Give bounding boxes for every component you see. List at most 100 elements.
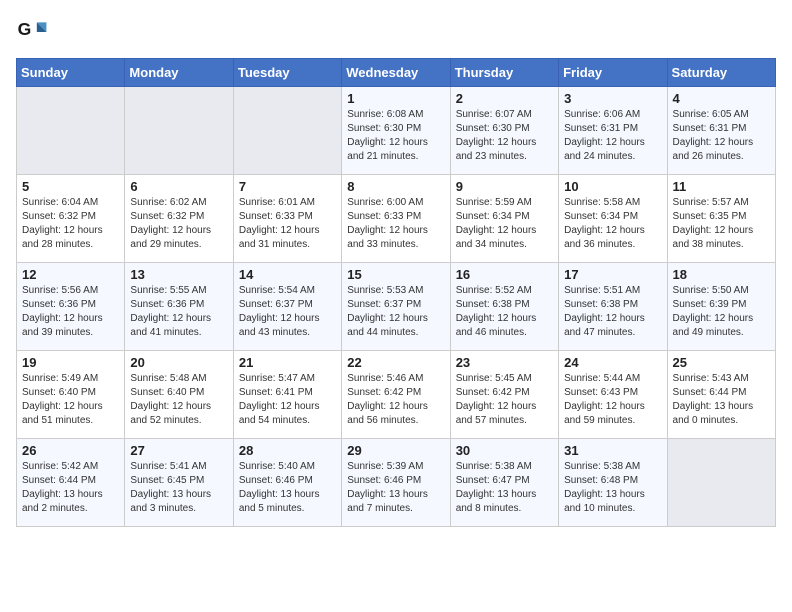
calendar-cell: 12 Sunrise: 5:56 AM Sunset: 6:36 PM Dayli…	[17, 263, 125, 351]
calendar-cell: 11 Sunrise: 5:57 AM Sunset: 6:35 PM Dayli…	[667, 175, 775, 263]
day-number: 15	[347, 267, 444, 282]
calendar-table: SundayMondayTuesdayWednesdayThursdayFrid…	[16, 58, 776, 527]
day-number: 14	[239, 267, 336, 282]
cell-content: Sunrise: 5:43 AM Sunset: 6:44 PM Dayligh…	[673, 372, 770, 428]
calendar-cell	[125, 87, 233, 175]
calendar-cell: 21Sunrise: 5:47 AM Sunset: 6:41 PM Dayli…	[233, 351, 341, 439]
calendar-cell: 23 Sunrise: 5:45 AM Sunset: 6:42 PM Dayli…	[450, 351, 558, 439]
day-number: 4	[673, 91, 770, 106]
cell-content: Sunrise: 5:52 AM Sunset: 6:38 PM Dayligh…	[456, 284, 553, 340]
calendar-cell	[17, 87, 125, 175]
cell-content: Sunrise: 5:59 AM Sunset: 6:34 PM Dayligh…	[456, 196, 553, 252]
day-number: 30	[456, 443, 553, 458]
day-number: 31	[564, 443, 661, 458]
cell-content: Sunrise: 5:42 AM Sunset: 6:44 PM Dayligh…	[22, 460, 119, 516]
header-tuesday: Tuesday	[233, 59, 341, 87]
day-number: 5	[22, 179, 119, 194]
calendar-cell: 5Sunrise: 6:04 AM Sunset: 6:32 PM Daylig…	[17, 175, 125, 263]
day-number: 28	[239, 443, 336, 458]
header-thursday: Thursday	[450, 59, 558, 87]
cell-content: Sunrise: 5:44 AM Sunset: 6:43 PM Dayligh…	[564, 372, 661, 428]
svg-text:G: G	[18, 19, 32, 39]
cell-content: Sunrise: 6:07 AM Sunset: 6:30 PM Dayligh…	[456, 108, 553, 164]
day-number: 9	[456, 179, 553, 194]
calendar-cell: 26 Sunrise: 5:42 AM Sunset: 6:44 PM Dayli…	[17, 439, 125, 527]
day-number: 10	[564, 179, 661, 194]
day-number: 22	[347, 355, 444, 370]
calendar-cell: 15Sunrise: 5:53 AM Sunset: 6:37 PM Dayli…	[342, 263, 450, 351]
cell-content: Sunrise: 5:56 AM Sunset: 6:36 PM Dayligh…	[22, 284, 119, 340]
calendar-cell: 30 Sunrise: 5:38 AM Sunset: 6:47 PM Dayli…	[450, 439, 558, 527]
calendar-cell: 16Sunrise: 5:52 AM Sunset: 6:38 PM Dayli…	[450, 263, 558, 351]
calendar-cell: 24Sunrise: 5:44 AM Sunset: 6:43 PM Dayli…	[559, 351, 667, 439]
calendar-cell: 22 Sunrise: 5:46 AM Sunset: 6:42 PM Dayli…	[342, 351, 450, 439]
calendar-cell: 18Sunrise: 5:50 AM Sunset: 6:39 PM Dayli…	[667, 263, 775, 351]
day-number: 23	[456, 355, 553, 370]
day-number: 17	[564, 267, 661, 282]
calendar-cell: 10 Sunrise: 5:58 AM Sunset: 6:34 PM Dayli…	[559, 175, 667, 263]
header-wednesday: Wednesday	[342, 59, 450, 87]
cell-content: Sunrise: 5:51 AM Sunset: 6:38 PM Dayligh…	[564, 284, 661, 340]
calendar-cell: 25 Sunrise: 5:43 AM Sunset: 6:44 PM Dayli…	[667, 351, 775, 439]
day-number: 7	[239, 179, 336, 194]
day-number: 25	[673, 355, 770, 370]
cell-content: Sunrise: 6:02 AM Sunset: 6:32 PM Dayligh…	[130, 196, 227, 252]
day-number: 3	[564, 91, 661, 106]
day-number: 19	[22, 355, 119, 370]
header-friday: Friday	[559, 59, 667, 87]
calendar-cell: 14 Sunrise: 5:54 AM Sunset: 6:37 PM Dayli…	[233, 263, 341, 351]
cell-content: Sunrise: 5:41 AM Sunset: 6:45 PM Dayligh…	[130, 460, 227, 516]
cell-content: Sunrise: 5:40 AM Sunset: 6:46 PM Dayligh…	[239, 460, 336, 516]
cell-content: Sunrise: 5:46 AM Sunset: 6:42 PM Dayligh…	[347, 372, 444, 428]
cell-content: Sunrise: 5:45 AM Sunset: 6:42 PM Dayligh…	[456, 372, 553, 428]
calendar-week-1: 1Sunrise: 6:08 AM Sunset: 6:30 PM Daylig…	[17, 87, 776, 175]
day-number: 11	[673, 179, 770, 194]
cell-content: Sunrise: 5:38 AM Sunset: 6:48 PM Dayligh…	[564, 460, 661, 516]
logo-icon: G	[16, 16, 48, 48]
calendar-cell: 19 Sunrise: 5:49 AM Sunset: 6:40 PM Dayli…	[17, 351, 125, 439]
calendar-week-2: 5Sunrise: 6:04 AM Sunset: 6:32 PM Daylig…	[17, 175, 776, 263]
calendar-week-4: 19 Sunrise: 5:49 AM Sunset: 6:40 PM Dayli…	[17, 351, 776, 439]
calendar-cell	[233, 87, 341, 175]
day-number: 6	[130, 179, 227, 194]
cell-content: Sunrise: 5:49 AM Sunset: 6:40 PM Dayligh…	[22, 372, 119, 428]
logo: G	[16, 16, 52, 48]
calendar-cell: 4 Sunrise: 6:05 AM Sunset: 6:31 PM Daylig…	[667, 87, 775, 175]
cell-content: Sunrise: 5:38 AM Sunset: 6:47 PM Dayligh…	[456, 460, 553, 516]
calendar-cell: 28 Sunrise: 5:40 AM Sunset: 6:46 PM Dayli…	[233, 439, 341, 527]
cell-content: Sunrise: 6:08 AM Sunset: 6:30 PM Dayligh…	[347, 108, 444, 164]
cell-content: Sunrise: 5:57 AM Sunset: 6:35 PM Dayligh…	[673, 196, 770, 252]
day-number: 12	[22, 267, 119, 282]
calendar-cell: 31 Sunrise: 5:38 AM Sunset: 6:48 PM Dayli…	[559, 439, 667, 527]
calendar-cell: 13 Sunrise: 5:55 AM Sunset: 6:36 PM Dayli…	[125, 263, 233, 351]
header-sunday: Sunday	[17, 59, 125, 87]
cell-content: Sunrise: 6:05 AM Sunset: 6:31 PM Dayligh…	[673, 108, 770, 164]
calendar-cell: 2Sunrise: 6:07 AM Sunset: 6:30 PM Daylig…	[450, 87, 558, 175]
cell-content: Sunrise: 6:00 AM Sunset: 6:33 PM Dayligh…	[347, 196, 444, 252]
cell-content: Sunrise: 5:58 AM Sunset: 6:34 PM Dayligh…	[564, 196, 661, 252]
day-number: 26	[22, 443, 119, 458]
cell-content: Sunrise: 6:06 AM Sunset: 6:31 PM Dayligh…	[564, 108, 661, 164]
day-number: 8	[347, 179, 444, 194]
calendar-cell: 9 Sunrise: 5:59 AM Sunset: 6:34 PM Daylig…	[450, 175, 558, 263]
cell-content: Sunrise: 5:54 AM Sunset: 6:37 PM Dayligh…	[239, 284, 336, 340]
calendar-cell: 6 Sunrise: 6:02 AM Sunset: 6:32 PM Daylig…	[125, 175, 233, 263]
calendar-cell: 20 Sunrise: 5:48 AM Sunset: 6:40 PM Dayli…	[125, 351, 233, 439]
day-number: 21	[239, 355, 336, 370]
cell-content: Sunrise: 5:48 AM Sunset: 6:40 PM Dayligh…	[130, 372, 227, 428]
calendar-header-row: SundayMondayTuesdayWednesdayThursdayFrid…	[17, 59, 776, 87]
calendar-cell: 17 Sunrise: 5:51 AM Sunset: 6:38 PM Dayli…	[559, 263, 667, 351]
header-monday: Monday	[125, 59, 233, 87]
calendar-cell: 29Sunrise: 5:39 AM Sunset: 6:46 PM Dayli…	[342, 439, 450, 527]
calendar-cell: 3 Sunrise: 6:06 AM Sunset: 6:31 PM Daylig…	[559, 87, 667, 175]
day-number: 29	[347, 443, 444, 458]
calendar-cell: 27 Sunrise: 5:41 AM Sunset: 6:45 PM Dayli…	[125, 439, 233, 527]
cell-content: Sunrise: 5:55 AM Sunset: 6:36 PM Dayligh…	[130, 284, 227, 340]
calendar-cell: 8 Sunrise: 6:00 AM Sunset: 6:33 PM Daylig…	[342, 175, 450, 263]
day-number: 13	[130, 267, 227, 282]
day-number: 27	[130, 443, 227, 458]
calendar-cell	[667, 439, 775, 527]
day-number: 20	[130, 355, 227, 370]
calendar-week-3: 12 Sunrise: 5:56 AM Sunset: 6:36 PM Dayli…	[17, 263, 776, 351]
calendar-cell: 7Sunrise: 6:01 AM Sunset: 6:33 PM Daylig…	[233, 175, 341, 263]
